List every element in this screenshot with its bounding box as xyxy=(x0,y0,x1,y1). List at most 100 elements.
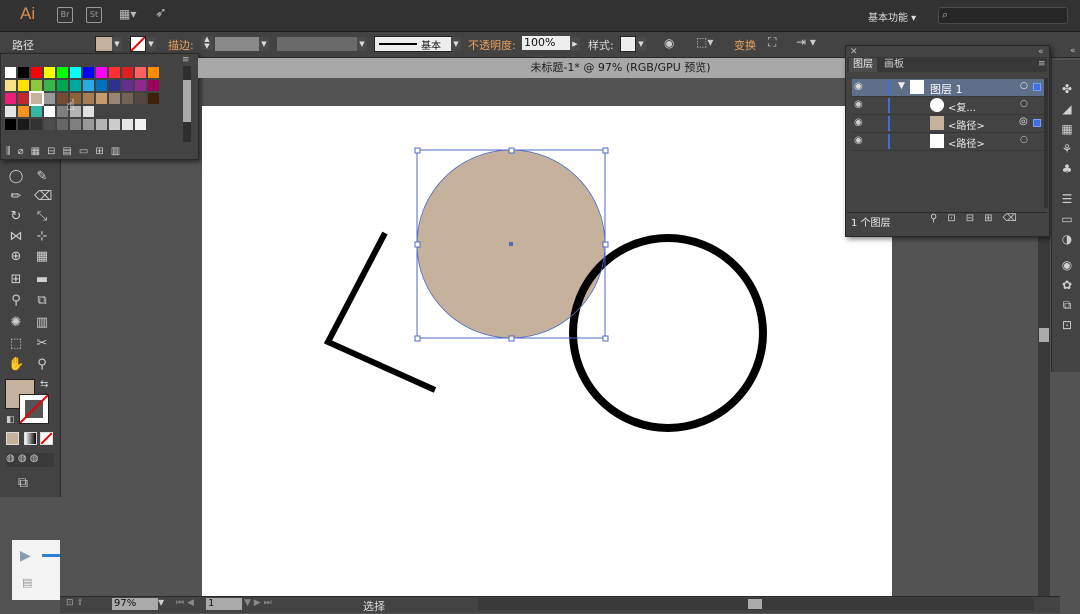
swatch[interactable] xyxy=(44,106,55,117)
gray-swatch[interactable] xyxy=(18,119,29,130)
gray-swatch[interactable] xyxy=(5,119,16,130)
swatch[interactable] xyxy=(83,106,94,117)
swatch[interactable] xyxy=(109,93,120,104)
stroke-weight-stepper[interactable]: ▲ ▼ xyxy=(201,36,213,50)
graph-tool-icon[interactable]: ▥ xyxy=(34,315,50,331)
gradient-icon[interactable]: ▭ xyxy=(1060,212,1074,226)
width-tool-icon[interactable]: ⋈ xyxy=(8,229,24,245)
drawing-modes-icon[interactable]: ◍ ◍ ◍ xyxy=(6,453,54,467)
eyedropper-tool-icon[interactable]: ⚲ xyxy=(8,293,24,309)
scale-tool-icon[interactable]: ⤡ xyxy=(34,209,50,225)
color-icon[interactable]: ◢ xyxy=(1060,102,1074,116)
default-colors-icon[interactable]: ◧ xyxy=(6,415,15,425)
align-options-icon[interactable]: ⬚▾ xyxy=(696,35,713,49)
recolor-artwork-icon[interactable]: ◉ xyxy=(664,36,674,50)
stroke-icon[interactable]: ☰ xyxy=(1060,192,1074,206)
swatch[interactable] xyxy=(122,67,133,78)
stroke-weight-dropdown-icon[interactable]: ▼ xyxy=(259,37,269,51)
swatch[interactable] xyxy=(5,93,16,104)
layer-name[interactable]: <复... xyxy=(948,99,976,114)
visibility-eye-icon[interactable]: ◉ xyxy=(854,99,863,110)
transform-label[interactable]: 变换 xyxy=(734,37,756,53)
swatch[interactable] xyxy=(96,93,107,104)
variable-width-profile[interactable] xyxy=(277,37,357,51)
swatch-footer-icons[interactable]: ⫼⌀▦⊟▤▭⊞▥ xyxy=(6,146,186,158)
swatch[interactable] xyxy=(44,93,55,104)
profile-dropdown-icon[interactable]: ▼ xyxy=(357,37,367,51)
layers-footer-icons[interactable]: ⚲⊡⊟⊞⌫ xyxy=(930,213,1027,224)
artboard-next-icons[interactable]: ▼ ▶ ⏭ xyxy=(244,598,272,608)
swatch[interactable] xyxy=(29,91,44,106)
visibility-eye-icon[interactable]: ◉ xyxy=(854,117,863,128)
graphic-style-swatch[interactable] xyxy=(620,36,636,52)
swatch[interactable] xyxy=(5,67,16,78)
symbols-icon[interactable]: ♣ xyxy=(1060,162,1074,176)
artboard-tool-icon[interactable]: ⬚ xyxy=(8,336,24,352)
swatch[interactable] xyxy=(135,80,146,91)
swatch[interactable] xyxy=(44,80,55,91)
status-icons[interactable]: ⊡ ⇪ xyxy=(66,598,84,608)
rotate-tool-icon[interactable]: ↻ xyxy=(8,209,24,225)
stock-icon[interactable]: St xyxy=(86,7,102,23)
artboards-icon[interactable]: ⊡ xyxy=(1060,318,1074,332)
layer-row-path-fill[interactable]: ◉ <路径> ◎ xyxy=(852,115,1044,133)
gpu-rocket-icon[interactable]: ➶ xyxy=(155,5,167,21)
swap-colors-icon[interactable]: ⇆ xyxy=(40,379,48,390)
color-guide-icon[interactable]: ✤ xyxy=(1060,82,1074,96)
layer-row-layer1[interactable]: ◉ ▼ 图层 1 ○ xyxy=(852,79,1044,97)
swatch[interactable] xyxy=(31,80,42,91)
swatch[interactable] xyxy=(57,80,68,91)
transparency-icon[interactable]: ◑ xyxy=(1060,232,1074,246)
stroke-dropdown-icon[interactable]: ▼ xyxy=(146,37,156,51)
brush-definition[interactable]: 基本 xyxy=(374,36,452,52)
swatch[interactable] xyxy=(96,67,107,78)
gradient-tool-icon[interactable]: ▬ xyxy=(34,272,50,288)
swatch[interactable] xyxy=(5,80,16,91)
comment-icon[interactable]: ▤ xyxy=(22,576,32,589)
close-icon[interactable]: ✕ xyxy=(850,47,858,57)
swatch[interactable] xyxy=(83,93,94,104)
swatch[interactable] xyxy=(148,80,159,91)
mesh-tool-icon[interactable]: ⊞ xyxy=(8,272,24,288)
play-icon[interactable]: ▶ xyxy=(20,548,31,564)
brush-dropdown-icon[interactable]: ▼ xyxy=(451,37,461,51)
swatch[interactable] xyxy=(44,67,55,78)
swatch[interactable] xyxy=(18,67,29,78)
gray-swatch[interactable] xyxy=(57,119,68,130)
target-selected-icon[interactable]: ◎ xyxy=(1019,116,1028,127)
target-icon[interactable]: ○ xyxy=(1020,99,1028,109)
panel-menu-icon[interactable]: ⇥ ▾ xyxy=(796,35,816,49)
canvas-artwork[interactable] xyxy=(202,106,892,596)
arrange-documents-icon[interactable]: ▦▾ xyxy=(119,7,141,21)
workspace-switcher[interactable]: 基本功能 ▾ xyxy=(868,9,916,24)
layers-menu-icon[interactable]: ≡ xyxy=(1038,59,1046,69)
stroke-none-swatch[interactable] xyxy=(130,36,146,52)
target-icon[interactable]: ○ xyxy=(1020,135,1028,145)
swatch[interactable] xyxy=(31,67,42,78)
paintbrush-tool-icon[interactable]: ✎ xyxy=(34,169,50,185)
swatch[interactable] xyxy=(70,80,81,91)
swatch[interactable] xyxy=(31,106,42,117)
gray-swatch[interactable] xyxy=(96,119,107,130)
creative-cloud-libraries-icon[interactable]: ✿ xyxy=(1060,278,1074,292)
stroke-color-box[interactable] xyxy=(19,394,49,424)
fill-dropdown-icon[interactable]: ▼ xyxy=(112,37,122,51)
swatch[interactable] xyxy=(109,80,120,91)
symbol-sprayer-tool-icon[interactable]: ✺ xyxy=(8,315,24,331)
swatch[interactable] xyxy=(135,93,146,104)
gray-swatch[interactable] xyxy=(109,119,120,130)
ellipse-tool-icon[interactable]: ◯ xyxy=(8,169,24,185)
graphic-styles-icon[interactable]: ⧉ xyxy=(1060,298,1074,312)
swatch[interactable] xyxy=(135,67,146,78)
color-mode-icon[interactable] xyxy=(6,432,19,445)
blend-tool-icon[interactable]: ⧉ xyxy=(34,293,50,309)
gray-swatch[interactable] xyxy=(83,119,94,130)
swatch[interactable] xyxy=(5,106,16,117)
collapse-icon[interactable]: « xyxy=(1038,47,1044,57)
layers-scrollbar[interactable] xyxy=(1044,78,1048,208)
layer-row-path-line[interactable]: ◉ <路径> ○ xyxy=(852,133,1044,151)
stroke-weight-field[interactable] xyxy=(215,37,259,51)
horizontal-scrollbar[interactable] xyxy=(478,598,1034,610)
swatch[interactable] xyxy=(122,80,133,91)
gray-swatch[interactable] xyxy=(70,119,81,130)
